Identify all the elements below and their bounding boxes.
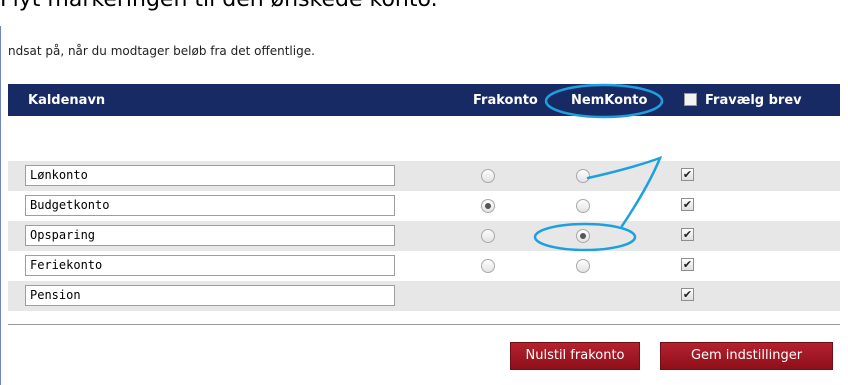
header-fravaelg-brev: Fravælg brev	[705, 93, 802, 108]
nickname-input[interactable]: Budgetkonto	[25, 195, 395, 216]
nickname-input[interactable]: Lønkonto	[25, 165, 395, 186]
reset-frakonto-button[interactable]: Nulstil frakonto	[510, 342, 640, 370]
frakonto-radio[interactable]	[481, 169, 495, 183]
frakonto-radio[interactable]	[481, 229, 495, 243]
table-header: Kaldenavn Frakonto NemKonto Fravælg brev	[8, 84, 840, 116]
nickname-input[interactable]: Pension	[25, 285, 395, 306]
table-row: Feriekonto ✔	[8, 251, 840, 281]
nemkonto-radio[interactable]	[576, 229, 590, 243]
page-heading: Flyt markeringen til den ønskede konto.	[0, 0, 438, 14]
header-kaldenavn: Kaldenavn	[28, 93, 106, 108]
header-nemkonto: NemKonto	[571, 93, 648, 108]
divider	[8, 324, 840, 325]
nemkonto-radio[interactable]	[576, 169, 590, 183]
nickname-input[interactable]: Opsparing	[25, 225, 395, 246]
table-row: Opsparing ✔	[8, 221, 840, 251]
fravaelg-checkbox[interactable]: ✔	[681, 198, 694, 211]
fravaelg-checkbox[interactable]: ✔	[681, 288, 694, 301]
nickname-input[interactable]: Feriekonto	[25, 255, 395, 276]
fravaelg-all-checkbox[interactable]	[684, 93, 697, 106]
table-row: Pension ✔	[8, 281, 840, 311]
nemkonto-radio[interactable]	[576, 199, 590, 213]
table-row: Lønkonto ✔	[8, 161, 840, 191]
fravaelg-checkbox[interactable]: ✔	[681, 258, 694, 271]
frakonto-radio[interactable]	[481, 259, 495, 273]
fravaelg-checkbox[interactable]: ✔	[681, 168, 694, 181]
save-settings-button[interactable]: Gem indstillinger	[660, 342, 833, 370]
intro-text: ndsat på, når du modtager beløb fra det …	[8, 44, 315, 58]
header-frakonto: Frakonto	[473, 93, 538, 108]
frakonto-radio[interactable]	[481, 199, 495, 213]
nemkonto-radio[interactable]	[576, 259, 590, 273]
table-row: Budgetkonto ✔	[8, 191, 840, 221]
fravaelg-checkbox[interactable]: ✔	[681, 228, 694, 241]
